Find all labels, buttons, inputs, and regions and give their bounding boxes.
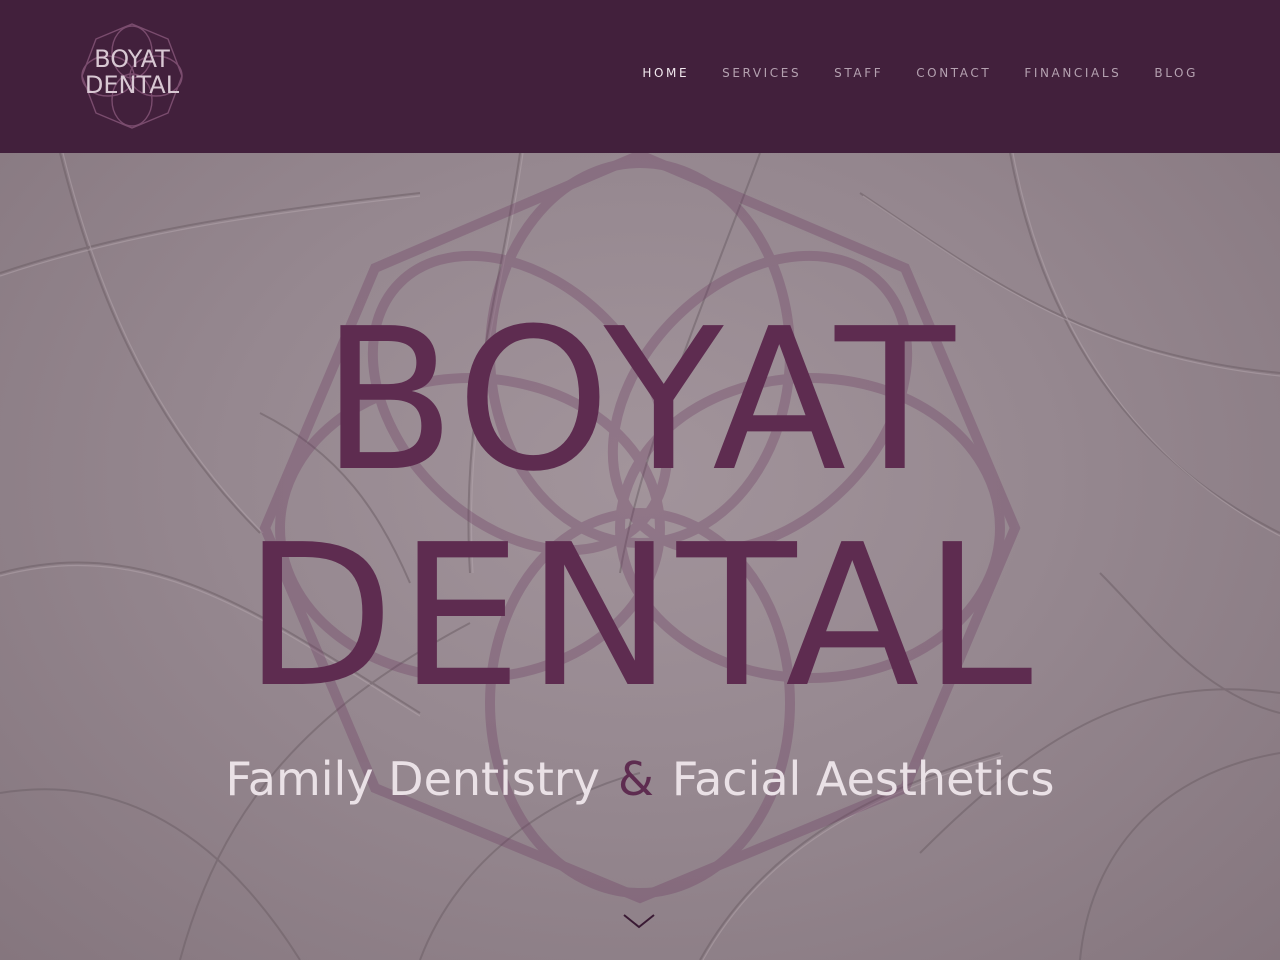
tagline-part-1: Family Dentistry (225, 752, 600, 806)
hero-tagline: Family Dentistry & Facial Aesthetics (0, 749, 1280, 809)
tagline-part-2: Facial Aesthetics (671, 752, 1055, 806)
hero-title-line-2: DENTAL (243, 503, 1037, 731)
hero-section: BOYAT DENTAL Family Dentistry & Facial Aes… (0, 153, 1280, 960)
chevron-down-icon[interactable] (621, 909, 657, 933)
nav-blog[interactable]: BLOG (1154, 66, 1198, 80)
logo-line-2: DENTAL (84, 71, 180, 99)
logo-line-1: BOYAT (94, 45, 170, 73)
nav-staff[interactable]: STAFF (834, 66, 883, 80)
main-nav: HOME SERVICES STAFF CONTACT FINANCIALS B… (609, 66, 1198, 80)
nav-financials[interactable]: FINANCIALS (1024, 66, 1121, 80)
hero-title-line-1: BOYAT (321, 287, 959, 515)
site-logo[interactable]: BOYAT DENTAL (80, 22, 184, 130)
nav-services[interactable]: SERVICES (722, 66, 801, 80)
nav-home[interactable]: HOME (642, 66, 689, 80)
tagline-ampersand: & (618, 752, 654, 806)
nav-contact[interactable]: CONTACT (916, 66, 991, 80)
site-header: BOYAT DENTAL HOME SERVICES STAFF CONTACT… (0, 0, 1280, 153)
